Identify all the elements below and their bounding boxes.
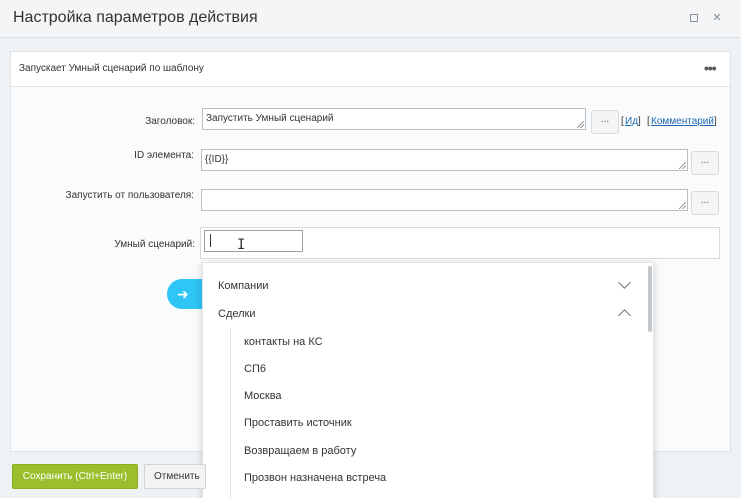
smart-scenario-label: Умный сценарий: [114, 239, 195, 250]
panel-header: Запускает Умный сценарий по шаблону ••• [11, 52, 730, 87]
heading-value: Запустить Умный сценарий [206, 113, 334, 124]
list-item[interactable]: Возвращаем в работу [244, 445, 356, 457]
dropdown-scrollbar[interactable] [648, 266, 652, 332]
dropdown-group-deals[interactable]: Сделки [218, 308, 256, 320]
chevron-up-icon[interactable] [618, 309, 631, 322]
cancel-button[interactable]: Отменить [144, 464, 206, 489]
element-id-value: {{ID}} [205, 154, 229, 165]
element-id-input[interactable]: {{ID}} [201, 149, 688, 171]
run-as-user-label: Запустить от пользователя: [65, 190, 194, 201]
run-as-user-input[interactable] [201, 189, 688, 211]
panel-title: Запускает Умный сценарий по шаблону [19, 63, 204, 74]
list-item[interactable]: контакты на КС [244, 336, 323, 348]
list-item[interactable]: СП6 [244, 363, 266, 375]
save-button[interactable]: Сохранить (Ctrl+Enter) [12, 464, 138, 489]
resize-handle-icon[interactable] [679, 202, 686, 209]
window-titlebar: Настройка параметров действия ✕ [0, 0, 741, 38]
id-link[interactable]: Ид [625, 116, 638, 127]
run-as-user-picker-button[interactable]: ... [691, 191, 719, 215]
element-id-picker-button[interactable]: ... [691, 151, 719, 175]
more-dots-icon[interactable]: ••• [704, 60, 717, 76]
comment-link[interactable]: Комментарий [651, 116, 714, 127]
dropdown-group-companies[interactable]: Компании [218, 280, 269, 292]
text-cursor-icon: I [237, 237, 246, 253]
arrow-right-icon[interactable]: ➜ [167, 279, 205, 309]
list-item[interactable]: Проставить источник [244, 417, 352, 429]
resize-handle-icon[interactable] [679, 162, 686, 169]
chevron-down-icon[interactable] [618, 276, 631, 289]
element-id-label: ID элемента: [134, 150, 194, 161]
smart-scenario-input[interactable] [204, 230, 303, 252]
heading-label: Заголовок: [145, 116, 195, 127]
list-item[interactable]: Прозвон назначена встреча [244, 472, 386, 484]
heading-picker-button[interactable]: ... [591, 110, 619, 134]
tree-line [230, 328, 231, 498]
text-caret [210, 234, 211, 247]
maximize-icon[interactable] [688, 12, 700, 24]
heading-input[interactable]: Запустить Умный сценарий [202, 108, 586, 130]
list-item[interactable]: Москва [244, 390, 282, 402]
close-icon[interactable]: ✕ [711, 12, 723, 24]
resize-handle-icon[interactable] [577, 121, 584, 128]
window-title: Настройка параметров действия [13, 9, 258, 26]
scenario-dropdown: Компании Сделки контакты на КС СП6 Москв… [202, 262, 654, 498]
